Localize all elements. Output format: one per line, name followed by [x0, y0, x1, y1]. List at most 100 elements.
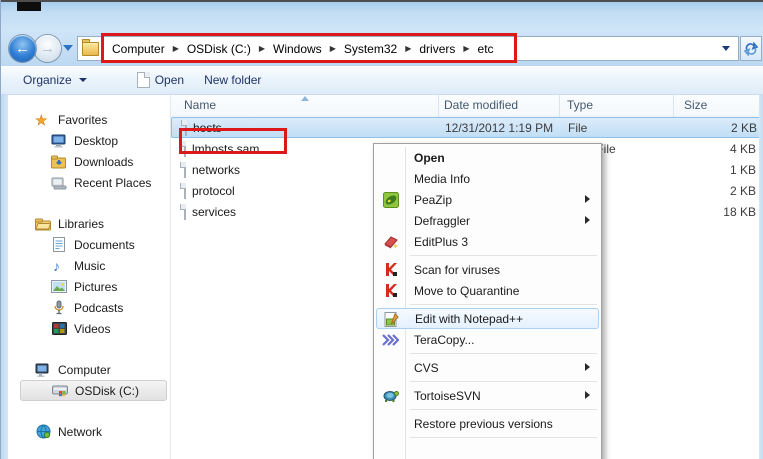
new-folder-button[interactable]: New folder — [194, 66, 271, 94]
context-menu: Open Media Info PeaZip Defraggler ✦EditPlus … — [373, 143, 602, 459]
sidebar-item-label: Documents — [74, 238, 135, 252]
teracopy-icon — [382, 331, 399, 348]
menu-item-move-to-quarantine[interactable]: Move to Quarantine — [376, 280, 599, 301]
window-left-border — [1, 95, 8, 459]
menu-item-media-info[interactable]: Media Info — [376, 168, 599, 189]
open-button[interactable]: Open — [127, 66, 194, 94]
editplus-icon: ✦ — [382, 233, 399, 250]
sidebar-group: Network — [8, 421, 171, 442]
sidebar-item-label: Videos — [74, 322, 110, 336]
sidebar-item-pictures[interactable]: Pictures — [8, 276, 171, 297]
menu-item-teracopy[interactable]: TeraCopy... — [376, 329, 599, 350]
menu-item-label: Move to Quarantine — [414, 284, 519, 298]
explorer-window: ← → Computer▶OSDisk (C:)▶Windows▶System3… — [0, 0, 763, 459]
breadcrumb-separator-icon: ▶ — [172, 44, 180, 53]
file-name-cell: networks — [184, 163, 240, 177]
menu-item-label: PeaZip — [414, 193, 452, 207]
folder-icon — [82, 42, 99, 56]
sidebar-item-music[interactable]: ♪Music — [8, 255, 171, 276]
breadcrumb-segment[interactable]: OSDisk (C:) — [180, 42, 258, 56]
menu-item-defraggler[interactable]: Defraggler — [376, 210, 599, 231]
file-icon — [184, 205, 186, 219]
libraries-icon — [34, 217, 52, 231]
svg-text:✦: ✦ — [392, 242, 399, 249]
sort-ascending-icon — [301, 96, 309, 101]
notepadpp-icon — [383, 311, 400, 328]
address-bar[interactable]: Computer▶OSDisk (C:)▶Windows▶System32▶dr… — [77, 36, 739, 61]
menu-item-label: Media Info — [414, 172, 470, 186]
menu-item-scan-for-viruses[interactable]: Scan for viruses — [376, 259, 599, 280]
menu-separator — [410, 255, 597, 256]
peazip-icon — [382, 191, 399, 208]
menu-item-tortoisesvn[interactable]: TortoiseSVN — [376, 385, 599, 406]
file-name: services — [192, 205, 236, 219]
file-size-cell: 2 KB — [611, 184, 756, 198]
column-header-row: Name Date modified Type Size — [171, 95, 763, 117]
breadcrumb-segment[interactable]: drivers — [412, 42, 462, 56]
breadcrumb-separator-icon: ▶ — [329, 44, 337, 53]
file-size-cell: 2 KB — [612, 121, 757, 135]
menu-item-open[interactable]: Open — [376, 147, 599, 168]
menu-item-editplus-3[interactable]: ✦EditPlus 3 — [376, 231, 599, 252]
menu-separator — [410, 437, 597, 438]
sidebar-item-favorites[interactable]: ★ Favorites — [8, 109, 171, 130]
menu-item-label: Open — [414, 151, 445, 165]
sidebar-item-downloads[interactable]: Downloads — [8, 151, 171, 172]
menu-item-restore-previous-versions[interactable]: Restore previous versions — [376, 413, 599, 434]
file-icon — [185, 121, 187, 135]
file-name: hosts — [193, 121, 222, 135]
kaspersky-icon — [382, 282, 399, 299]
menu-item-label: Restore previous versions — [414, 417, 553, 431]
menu-item-label: Defraggler — [414, 214, 470, 228]
sidebar-item-label: Music — [74, 259, 105, 273]
sidebar-item-label: Favorites — [58, 113, 107, 127]
file-icon — [184, 184, 186, 198]
file-size-cell: 4 KB — [611, 142, 756, 156]
sidebar-item-videos[interactable]: Videos — [8, 318, 171, 339]
menu-item-edit-with-notepad[interactable]: Edit with Notepad++ — [376, 308, 599, 329]
menu-item-peazip[interactable]: PeaZip — [376, 189, 599, 210]
recent-pages-dropdown-icon[interactable] — [63, 45, 73, 51]
breadcrumb-segment[interactable]: etc — [471, 42, 501, 56]
sidebar-item-documents[interactable]: Documents — [8, 234, 171, 255]
menu-item-label: CVS — [414, 361, 439, 375]
file-type-cell: File — [568, 121, 587, 135]
sidebar-item-recent-places[interactable]: Recent Places — [8, 172, 171, 193]
forward-button[interactable]: → — [34, 35, 61, 62]
column-header-size[interactable]: Size — [684, 98, 707, 112]
sidebar-item-label: Desktop — [74, 134, 118, 148]
back-arrow-icon: ← — [15, 41, 30, 56]
navigation-pane: ★ Favorites Desktop DownloadsRecent Places L… — [8, 95, 171, 459]
organize-button[interactable]: Organize — [13, 66, 97, 94]
file-row-hosts[interactable]: hosts12/31/2012 1:19 PMFile2 KB — [171, 117, 761, 138]
downloads-icon — [50, 155, 68, 169]
sidebar-item-podcasts[interactable]: Podcasts — [8, 297, 171, 318]
videos-icon — [50, 322, 68, 335]
breadcrumb-segment[interactable]: System32 — [337, 42, 404, 56]
column-separator[interactable] — [673, 95, 674, 117]
podcast-icon — [50, 300, 68, 315]
sidebar-item-computer[interactable]: Computer — [8, 359, 171, 380]
refresh-button[interactable] — [740, 36, 762, 61]
address-dropdown-icon[interactable] — [722, 46, 730, 51]
breadcrumb-segment[interactable]: Computer — [105, 42, 172, 56]
sidebar-item-label: OSDisk (C:) — [75, 384, 139, 398]
menu-separator — [410, 381, 597, 382]
menu-item-cvs[interactable]: CVS — [376, 357, 599, 378]
column-separator[interactable] — [438, 95, 439, 117]
sidebar-item-libraries[interactable]: Libraries — [8, 213, 171, 234]
navigation-bar: ← → Computer▶OSDisk (C:)▶Windows▶System3… — [1, 30, 763, 66]
sidebar-item-network[interactable]: Network — [8, 421, 171, 442]
sidebar-item-desktop[interactable]: Desktop — [8, 130, 171, 151]
breadcrumb-segment[interactable]: Windows — [266, 42, 329, 56]
sidebar-item-label: Network — [58, 425, 102, 439]
svg-text:★: ★ — [35, 112, 48, 128]
column-header-date-modified[interactable]: Date modified — [444, 98, 518, 112]
back-button[interactable]: ← — [9, 35, 36, 62]
file-name: protocol — [192, 184, 235, 198]
sidebar-group: Libraries Documents ♪MusicPicturesPodcasts… — [8, 213, 171, 339]
sidebar-item-osdisk-c[interactable]: OSDisk (C:) — [20, 380, 167, 401]
column-header-name[interactable]: Name — [184, 98, 216, 112]
column-header-type[interactable]: Type — [567, 98, 593, 112]
column-separator[interactable] — [559, 95, 560, 117]
